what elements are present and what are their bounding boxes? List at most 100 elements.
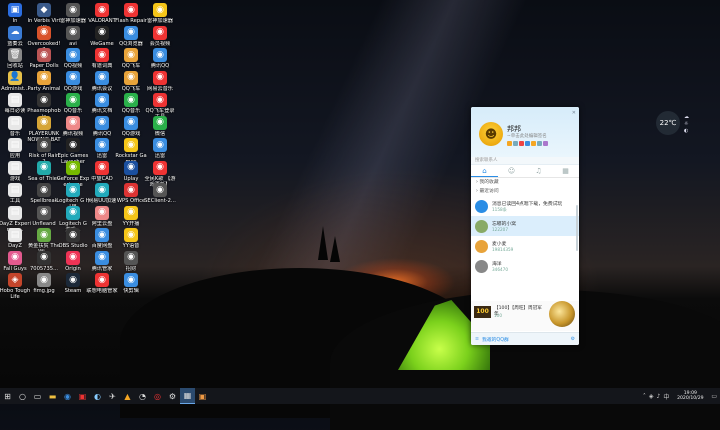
taskbar-app[interactable]: ✈ — [105, 388, 120, 404]
promo-banner[interactable]: 100 【100】【周旺】周冠军年 100 — [471, 301, 579, 331]
badge-icon[interactable] — [525, 141, 530, 146]
tree-silhouette — [318, 226, 328, 260]
app-icon: ▣ — [8, 3, 22, 17]
desktop-icon[interactable]: ◉ 迅雷 — [143, 138, 177, 159]
apps-icon: ▦ — [562, 167, 569, 175]
clock[interactable]: 19:09 2020/10/29 — [672, 391, 708, 402]
app-icon: ◉ — [8, 250, 22, 265]
browser-icon: ◉ — [64, 391, 71, 401]
desktop-icon[interactable]: ◉ SEClient-2... — [143, 183, 177, 204]
network-icon[interactable]: ◈ — [649, 393, 654, 400]
desktop-icon[interactable]: ◉ YY语音 — [114, 228, 148, 249]
app-icon: ◉ — [153, 48, 167, 62]
system-tray: ˄ ◈ ♪ 中 19:09 2020/10/29 ▭ — [643, 388, 720, 404]
badge-icon[interactable] — [537, 141, 542, 146]
badge-icon[interactable] — [543, 141, 548, 146]
taskbar-app[interactable]: ◐ — [90, 388, 105, 404]
chrome-icon: ◔ — [139, 391, 146, 401]
tab-groups[interactable]: ♫ — [525, 165, 552, 177]
start-button[interactable]: ⊞ — [0, 388, 15, 404]
scrollbar[interactable] — [576, 205, 578, 251]
app-icon: ◉ — [124, 205, 138, 220]
qq-tabs: ⌂ ☺ ♫ ▦ — [471, 165, 579, 178]
list-item[interactable]: 麦小麦 19814359 — [471, 236, 579, 256]
qq-profile-header: ✕ ☻ 邦邦 ~单击此处编辑签名 — [471, 107, 579, 157]
settings-icon[interactable]: ⚙ — [571, 337, 575, 342]
game-icon: ▲ — [124, 391, 131, 401]
taskbar-app[interactable]: ▲ — [120, 388, 135, 404]
taskbar-app[interactable]: ◎ — [150, 388, 165, 404]
promo-subtext: 100 — [494, 313, 502, 318]
menu-icon[interactable]: ≡ — [475, 337, 479, 342]
tab-apps[interactable]: ▦ — [552, 165, 579, 177]
list-item[interactable]: 忘嘟的小窝 122207 — [471, 216, 579, 236]
tab-contacts[interactable]: ☺ — [498, 165, 525, 177]
app-icon: ◉ — [37, 93, 51, 107]
volume-icon[interactable]: ♪ — [656, 393, 660, 400]
desktop-icon[interactable]: ◉ 网易云音乐 — [143, 70, 177, 92]
desktop-icon-label: 迅雷 — [154, 153, 166, 159]
taskbar-app[interactable]: ◉ — [60, 388, 75, 404]
taskbar-app[interactable]: ⚙ — [165, 388, 180, 404]
app-icon: ◉ — [124, 160, 138, 175]
taskbar-app[interactable]: ▬ — [45, 388, 60, 404]
task-view-button[interactable]: ▭ — [30, 388, 45, 404]
app-icon: ◉ — [95, 138, 109, 152]
taskbar-app-active[interactable]: ▦ — [180, 388, 195, 404]
home-icon: ⌂ — [482, 166, 487, 175]
contact-info: 海洋 346470 — [492, 260, 562, 272]
qq-signature[interactable]: ~单击此处编辑签名 — [507, 133, 547, 139]
app-icon: ◉ — [37, 70, 51, 85]
desktop-icon[interactable]: ◉ 微信 — [143, 115, 177, 137]
list-item[interactable]: 消息已读回4点嗯下载，免费试玩 1158条 — [471, 196, 579, 216]
tab-messages[interactable]: ⌂ — [471, 165, 498, 177]
badge-icon[interactable] — [513, 141, 518, 146]
app-icon: ◉ — [37, 160, 51, 175]
weather-widget[interactable]: 22℃ — [656, 111, 680, 135]
app-icon: ◉ — [153, 3, 167, 17]
task-view-icon: ▭ — [33, 391, 42, 401]
badge-icon[interactable] — [519, 141, 524, 146]
avatar[interactable]: ☻ — [479, 122, 503, 146]
app-icon: ◉ — [124, 48, 138, 62]
language-indicator[interactable]: 中 — [663, 392, 669, 401]
taskbar-app[interactable]: ◔ — [135, 388, 150, 404]
app-icon: ◉ — [124, 183, 138, 197]
search-button[interactable]: ○ — [15, 388, 30, 404]
notification-icon[interactable]: ▭ — [711, 393, 717, 400]
app-icon: ◉ — [124, 250, 138, 265]
desktop-icon[interactable]: ◉ 腾讯QQ — [143, 48, 177, 69]
avatar — [475, 219, 488, 233]
desktop-icon[interactable]: ◉ YY开播 — [114, 205, 148, 227]
search-icon: ○ — [19, 391, 26, 401]
desktop-icon-label: 雷神加速器 — [147, 18, 173, 24]
app-icon: ◉ — [66, 93, 80, 107]
close-icon[interactable]: ✕ — [572, 110, 576, 116]
contact-status: 1158条 — [492, 206, 507, 212]
footer-link[interactable]: 我邀的QQ群 — [482, 336, 509, 343]
taskbar-app[interactable]: ▣ — [195, 388, 210, 404]
group-favorites[interactable]: › 我的收藏 — [471, 178, 579, 187]
desktop-icon[interactable]: ◉ 会员视频 — [143, 25, 177, 47]
badge-icon[interactable] — [507, 141, 512, 146]
app-icon: ◉ — [153, 138, 167, 152]
qq-main-panel[interactable]: ✕ ☻ 邦邦 ~单击此处编辑签名 搜索联系人 ⌂ ☺ ♫ ▦ › 我的收藏 › … — [471, 107, 579, 345]
avatar — [475, 199, 488, 213]
chevron-up-icon[interactable]: ˄ — [643, 393, 646, 400]
group-recent[interactable]: › 最近访问 — [471, 187, 579, 196]
app-icon: ◉ — [37, 250, 51, 265]
desktop-icon[interactable]: ◉ 雷神加速器 — [143, 3, 177, 24]
desktop-icon[interactable]: ◉ 快剪辑 — [114, 273, 148, 294]
list-item[interactable]: 海洋 346470 — [471, 256, 579, 276]
app-icon: ◉ — [66, 3, 80, 17]
contact-name: 消息已读回4点嗯下载，免费试玩 — [492, 201, 562, 207]
app-icon: ◆ — [37, 3, 51, 17]
taskbar-app[interactable]: ▣ — [75, 388, 90, 404]
app-icon: ▤ — [8, 205, 22, 220]
app-icon: ◉ — [66, 183, 80, 197]
netease-icon: ◎ — [154, 391, 161, 401]
desktop-icon[interactable]: ◉ 招财 — [114, 250, 148, 272]
search-input[interactable]: 搜索联系人 — [471, 157, 579, 165]
app-icon: ◉ — [95, 205, 109, 220]
badge-icon[interactable] — [531, 141, 536, 146]
